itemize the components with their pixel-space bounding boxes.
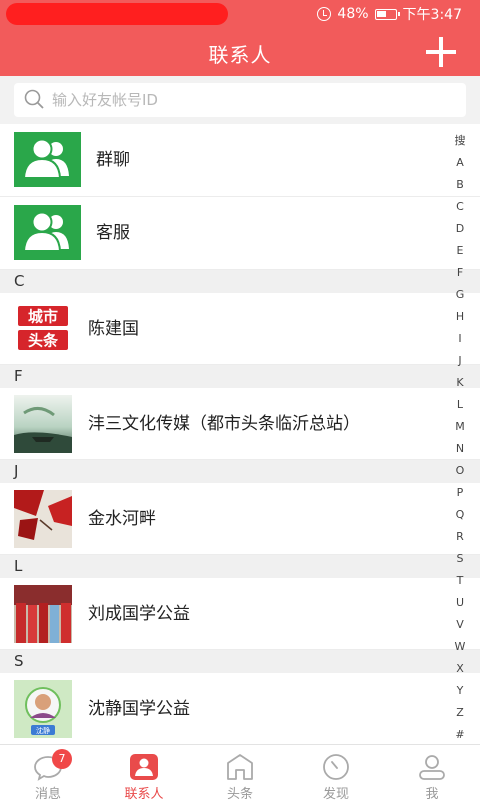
avatar-text: 头条 (28, 332, 59, 350)
avatar (14, 585, 72, 643)
section-header-f: F (0, 365, 480, 388)
index-letter[interactable]: P (448, 482, 472, 504)
index-letter[interactable]: W (448, 636, 472, 658)
page-title: 联系人 (208, 43, 272, 67)
index-letter[interactable]: Q (448, 504, 472, 526)
section-header-s: S (0, 650, 480, 673)
index-letter[interactable]: E (448, 240, 472, 262)
index-letter[interactable]: L (448, 394, 472, 416)
index-letter[interactable]: A (448, 152, 472, 174)
battery-percent: 48% (337, 6, 369, 22)
contact-name: 沣三文化传媒（都市头条临沂总站） (88, 414, 360, 434)
index-letter[interactable]: 搜 (448, 130, 472, 152)
avatar: 城市 头条 (14, 300, 72, 358)
contact-name: 沈静国学公益 (88, 699, 190, 719)
contact-name: 客服 (96, 223, 130, 243)
index-letter[interactable]: V (448, 614, 472, 636)
index-letter[interactable]: D (448, 218, 472, 240)
group-chat-icon (14, 132, 81, 187)
search-box[interactable] (14, 83, 466, 117)
index-letter[interactable]: N (448, 438, 472, 460)
contact-name: 陈建国 (88, 319, 139, 339)
list-item-contact[interactable]: 刘成国学公益 (0, 578, 480, 650)
index-letter[interactable]: Z (448, 702, 472, 724)
list-item-contact[interactable]: 金水河畔 (0, 483, 480, 555)
index-letter[interactable]: U (448, 592, 472, 614)
list-item-contact[interactable]: 沈静 沈静国学公益 (0, 673, 480, 744)
customer-service-icon (14, 205, 81, 260)
tab-discover[interactable]: 发现 (288, 745, 384, 800)
tab-headlines[interactable]: 头条 (192, 745, 288, 800)
avatar-text: 沈静 (36, 726, 50, 735)
section-header-c: C (0, 270, 480, 293)
index-letter[interactable]: Y (448, 680, 472, 702)
index-letter[interactable]: F (448, 262, 472, 284)
unread-badge: 7 (52, 749, 72, 769)
add-contact-button[interactable] (426, 37, 456, 67)
compass-icon (323, 754, 349, 780)
tab-label: 消息 (34, 787, 61, 800)
index-letter[interactable]: C (448, 196, 472, 218)
section-header-l: L (0, 555, 480, 578)
index-letter[interactable]: S (448, 548, 472, 570)
avatar-text: 城市 (28, 308, 58, 326)
contact-name: 群聊 (96, 150, 130, 170)
avatar: 沈静 (14, 680, 72, 738)
index-letter[interactable]: J (448, 350, 472, 372)
list-item-customer-service[interactable]: 客服 (0, 197, 480, 270)
tab-messages[interactable]: 7 消息 (0, 745, 96, 800)
contact-name: 刘成国学公益 (88, 604, 190, 624)
tab-label: 头条 (226, 787, 253, 800)
list-item-contact[interactable]: 沣三文化传媒（都市头条临沂总站） (0, 388, 480, 460)
alarm-icon (317, 7, 332, 21)
tab-contacts[interactable]: 联系人 (96, 745, 192, 800)
search-icon (24, 89, 44, 109)
bottom-tab-bar: 7 消息 联系人 头条 发现 我 (0, 744, 480, 800)
status-bar: 48% 下午3:47 (0, 0, 480, 28)
user-icon (419, 755, 445, 780)
battery-icon (374, 8, 400, 20)
search-input[interactable] (52, 83, 452, 117)
index-letter[interactable]: M (448, 416, 472, 438)
index-letter[interactable]: K (448, 372, 472, 394)
contact-list[interactable]: 群聊 客服 C 城市 头条 陈建国 F 沣三文化传媒（都市头条临沂总站） J 金… (0, 124, 480, 744)
index-letter[interactable]: H (448, 306, 472, 328)
tab-label: 发现 (322, 787, 349, 800)
tab-me[interactable]: 我 (384, 745, 480, 800)
avatar (14, 490, 72, 548)
contact-card-icon (130, 754, 158, 780)
contact-name: 金水河畔 (88, 509, 156, 529)
avatar (14, 395, 72, 453)
list-item-group-chat[interactable]: 群聊 (0, 124, 480, 197)
tab-label: 联系人 (124, 787, 164, 800)
app-header: 联系人 (0, 28, 480, 76)
index-letter[interactable]: O (448, 460, 472, 482)
index-letter[interactable]: G (448, 284, 472, 306)
section-header-j: J (0, 460, 480, 483)
index-letter[interactable]: R (448, 526, 472, 548)
status-right: 48% 下午3:47 (317, 4, 462, 24)
index-letter[interactable]: T (448, 570, 472, 592)
search-area (0, 76, 480, 124)
tab-label: 我 (425, 787, 439, 800)
index-letter[interactable]: B (448, 174, 472, 196)
index-letter[interactable]: I (448, 328, 472, 350)
clock: 下午3:47 (402, 7, 462, 23)
alphabet-index[interactable]: 搜 A B C D E F G H I J K L M N O P Q R S T U V W X Y Z # (448, 130, 472, 742)
home-icon (227, 754, 253, 780)
redacted-carrier (6, 3, 228, 25)
index-letter[interactable]: X (448, 658, 472, 680)
index-letter[interactable]: # (448, 724, 472, 746)
list-item-contact[interactable]: 城市 头条 陈建国 (0, 293, 480, 365)
